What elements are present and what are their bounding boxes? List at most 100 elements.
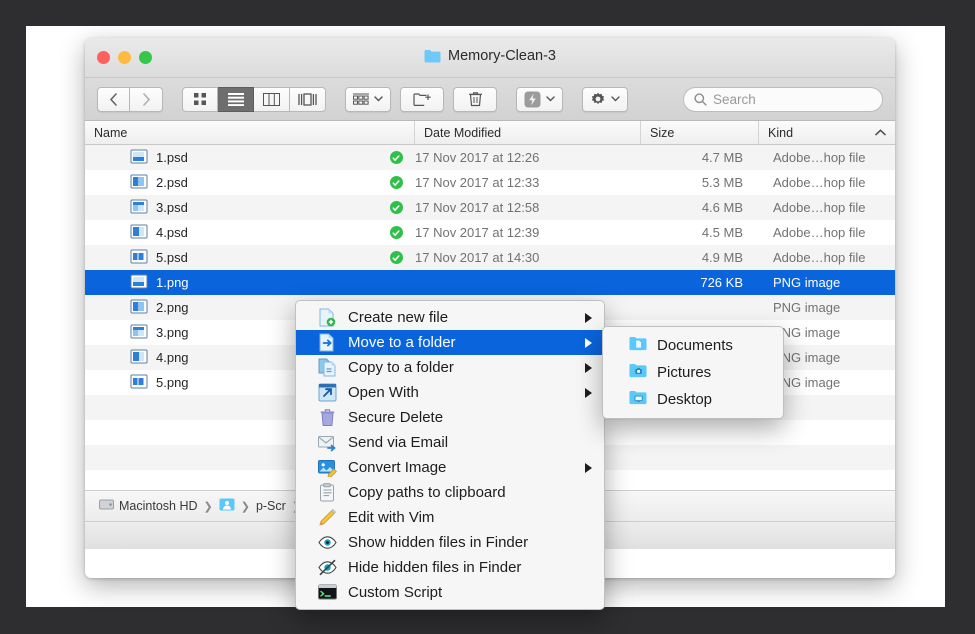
date-modified-cell: 17 Nov 2017 at 12:26 (415, 150, 641, 165)
breadcrumb-item[interactable]: Macintosh HD (99, 498, 198, 514)
file-name-cell: 3.psd (85, 199, 377, 217)
group-by-button[interactable] (345, 87, 391, 112)
title-bar: Memory-Clean-3 (85, 38, 895, 78)
breadcrumb-separator: ❯ (241, 500, 250, 513)
table-row[interactable]: 3.psd17 Nov 2017 at 12:584.6 MBAdobe…hop… (85, 195, 895, 220)
submenu-item-label: Documents (657, 337, 733, 354)
home-folder-icon (219, 498, 235, 514)
submenu-arrow-icon (585, 388, 592, 398)
column-view-icon (263, 93, 280, 106)
submenu-item-desktop[interactable]: Desktop (603, 386, 783, 413)
gallery-view-button[interactable] (290, 87, 326, 112)
navigation-buttons (97, 87, 163, 112)
pictures-folder-icon (629, 363, 647, 382)
list-view-button[interactable] (218, 87, 254, 112)
date-modified-cell: 17 Nov 2017 at 14:30 (415, 250, 641, 265)
delete-button[interactable] (453, 87, 497, 112)
back-button[interactable] (97, 87, 130, 112)
kind-cell: PNG image (759, 300, 895, 315)
submenu-item-pictures[interactable]: Pictures (603, 359, 783, 386)
menu-item-label: Copy paths to clipboard (348, 484, 592, 501)
sync-status-cell (377, 151, 415, 164)
column-header-kind[interactable]: Kind (759, 121, 895, 144)
table-row[interactable]: 1.psd17 Nov 2017 at 12:264.7 MBAdobe…hop… (85, 145, 895, 170)
submenu-item-label: Desktop (657, 391, 712, 408)
file-name-cell: 2.psd (85, 174, 377, 192)
menu-item-edit-with-vim[interactable]: Edit with Vim (296, 505, 604, 530)
sync-status-cell (377, 176, 415, 189)
chevron-left-icon (109, 93, 118, 106)
menu-item-copy-to-a-folder[interactable]: Copy to a folder (296, 355, 604, 380)
table-row[interactable]: 5.psd17 Nov 2017 at 14:304.9 MBAdobe…hop… (85, 245, 895, 270)
sync-ok-icon (390, 251, 403, 264)
file-type-icon (130, 299, 148, 317)
column-header-name[interactable]: Name (85, 121, 415, 144)
menu-item-label: Copy to a folder (348, 359, 574, 376)
documents-folder-icon (629, 336, 647, 355)
column-view-button[interactable] (254, 87, 290, 112)
column-header-date[interactable]: Date Modified (415, 121, 641, 144)
file-type-icon (130, 274, 148, 292)
copy-file-icon (318, 358, 337, 377)
new-folder-icon (413, 92, 432, 107)
menu-item-secure-delete[interactable]: Secure Delete (296, 405, 604, 430)
file-name-label: 2.png (156, 300, 189, 315)
new-file-icon (318, 308, 337, 327)
date-modified-cell: 17 Nov 2017 at 12:58 (415, 200, 641, 215)
breadcrumb-label: p-Scr (256, 499, 286, 513)
desktop-canvas: Memory-Clean-3 (26, 26, 945, 607)
terminal-icon (318, 583, 337, 602)
menu-item-convert-image[interactable]: Convert Image (296, 455, 604, 480)
action-button[interactable] (582, 87, 628, 112)
forward-button[interactable] (130, 87, 163, 112)
submenu-arrow-icon (585, 313, 592, 323)
breadcrumb-item[interactable]: p-Scr (256, 499, 286, 513)
file-name-cell: 1.png (85, 274, 377, 292)
menu-item-send-via-email[interactable]: Send via Email (296, 430, 604, 455)
menu-item-copy-paths-to-clipboard[interactable]: Copy paths to clipboard (296, 480, 604, 505)
icon-view-button[interactable] (182, 87, 218, 112)
move-to-folder-submenu[interactable]: Documents Pictures Desktop (602, 326, 784, 419)
menu-item-label: Secure Delete (348, 409, 592, 426)
sync-ok-icon (390, 201, 403, 214)
view-mode-group (182, 87, 326, 112)
column-header-size-label: Size (650, 126, 674, 140)
menu-item-label: Custom Script (348, 584, 592, 601)
date-modified-cell: 17 Nov 2017 at 12:33 (415, 175, 641, 190)
menu-item-create-new-file[interactable]: Create new file (296, 305, 604, 330)
menu-item-show-hidden-files-in-finder[interactable]: Show hidden files in Finder (296, 530, 604, 555)
column-header-kind-label: Kind (768, 126, 793, 140)
kind-cell: Adobe…hop file (759, 200, 895, 215)
menu-item-move-to-a-folder[interactable]: Move to a folder (296, 330, 604, 355)
trash-icon (318, 408, 337, 427)
eye-icon (318, 533, 337, 552)
email-icon (318, 433, 337, 452)
submenu-item-documents[interactable]: Documents (603, 332, 783, 359)
file-type-icon (130, 199, 148, 217)
menu-item-label: Convert Image (348, 459, 574, 476)
column-header-date-label: Date Modified (424, 126, 501, 140)
column-header-size[interactable]: Size (641, 121, 759, 144)
menu-item-open-with[interactable]: Open With (296, 380, 604, 405)
chevron-right-icon (142, 93, 151, 106)
kind-cell: PNG image (759, 275, 895, 290)
size-cell: 4.7 MB (641, 150, 759, 165)
menu-item-label: Hide hidden files in Finder (348, 559, 592, 576)
sync-status-cell (377, 251, 415, 264)
file-name-cell: 4.psd (85, 224, 377, 242)
table-row[interactable]: 4.psd17 Nov 2017 at 12:394.5 MBAdobe…hop… (85, 220, 895, 245)
search-input[interactable]: Search (683, 87, 883, 112)
table-row[interactable]: 1.png726 KBPNG image (85, 270, 895, 295)
submenu-arrow-icon (585, 338, 592, 348)
menu-item-hide-hidden-files-in-finder[interactable]: Hide hidden files in Finder (296, 555, 604, 580)
context-menu[interactable]: Create new fileMove to a folder Copy to a… (295, 300, 605, 610)
file-type-icon (130, 249, 148, 267)
menu-item-custom-script[interactable]: Custom Script (296, 580, 604, 605)
new-folder-button[interactable] (400, 87, 444, 112)
chevron-down-icon (374, 96, 383, 102)
chevron-down-icon (546, 96, 555, 102)
menu-item-label: Show hidden files in Finder (348, 534, 592, 551)
breadcrumb-item[interactable] (219, 498, 235, 514)
share-button[interactable] (516, 87, 563, 112)
table-row[interactable]: 2.psd17 Nov 2017 at 12:335.3 MBAdobe…hop… (85, 170, 895, 195)
